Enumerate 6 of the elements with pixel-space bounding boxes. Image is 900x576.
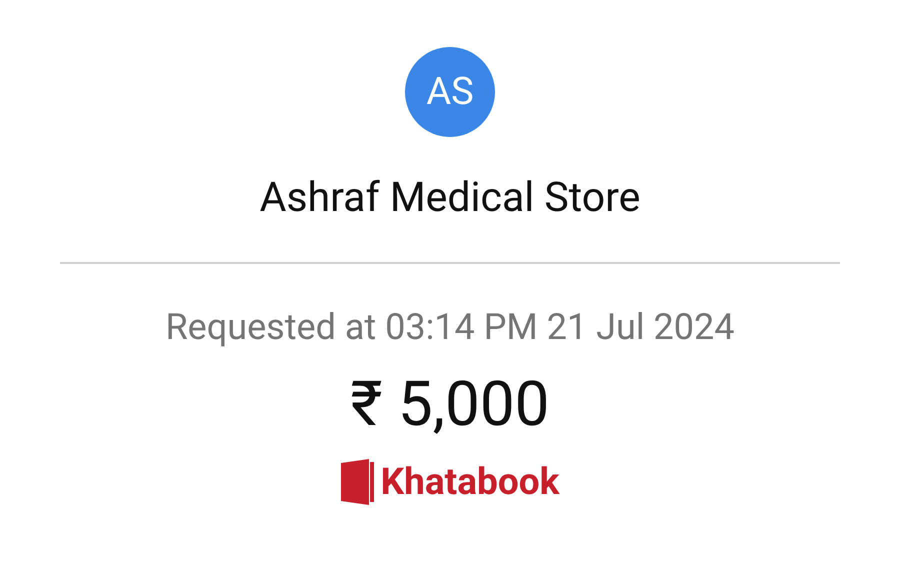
amount: ₹ 5,000	[350, 368, 550, 441]
avatar: AS	[405, 47, 495, 137]
request-time: Requested at 03:14 PM 21 Jul 2024	[165, 306, 734, 348]
book-icon	[340, 459, 375, 505]
brand-name: Khatabook	[380, 460, 560, 504]
store-name: Ashraf Medical Store	[260, 174, 640, 222]
